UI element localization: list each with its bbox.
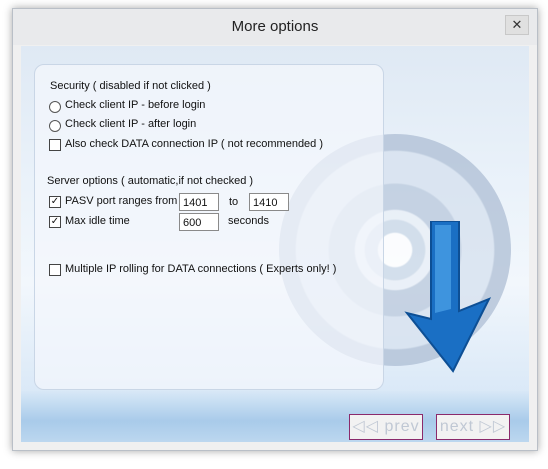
options-window: More options ✕ Security ( disabled if no… (12, 8, 538, 451)
security-heading: Security ( disabled if not clicked ) (50, 80, 211, 92)
title-bar: More options ✕ (13, 9, 537, 45)
data-connection-label: Also check DATA connection IP ( not reco… (65, 138, 324, 150)
data-connection-checkbox[interactable] (49, 139, 61, 151)
next-button[interactable]: next ▷▷ (436, 414, 510, 440)
pasv-label: PASV port ranges from (65, 195, 178, 207)
pasv-to-label: to (229, 196, 239, 208)
idle-checkbox[interactable]: ✓ (49, 216, 61, 228)
dialog-body: Security ( disabled if not clicked ) Che… (21, 46, 529, 442)
ip-rolling-label: Multiple IP rolling for DATA connections… (65, 263, 337, 275)
pasv-checkbox[interactable]: ✓ (49, 196, 61, 208)
ip-rolling-checkbox[interactable] (49, 264, 61, 276)
close-button[interactable]: ✕ (505, 15, 529, 35)
after-login-radio[interactable] (49, 120, 61, 132)
idle-time-input[interactable]: 600 (179, 213, 219, 231)
prev-button[interactable]: ◁◁ prev (349, 414, 423, 440)
seconds-label: seconds (228, 215, 269, 227)
after-login-label: Check client IP - after login (65, 118, 197, 130)
pasv-to-input[interactable]: 1410 (249, 193, 289, 211)
idle-label: Max idle time (65, 215, 130, 227)
options-panel: Security ( disabled if not clicked ) Che… (34, 64, 384, 390)
window-title: More options (231, 18, 319, 35)
server-options-heading: Server options ( automatic,if not checke… (47, 175, 254, 187)
before-login-radio[interactable] (49, 101, 61, 113)
before-login-label: Check client IP - before login (65, 99, 206, 111)
down-arrow-icon (404, 221, 492, 373)
pasv-from-input[interactable]: 1401 (179, 193, 219, 211)
